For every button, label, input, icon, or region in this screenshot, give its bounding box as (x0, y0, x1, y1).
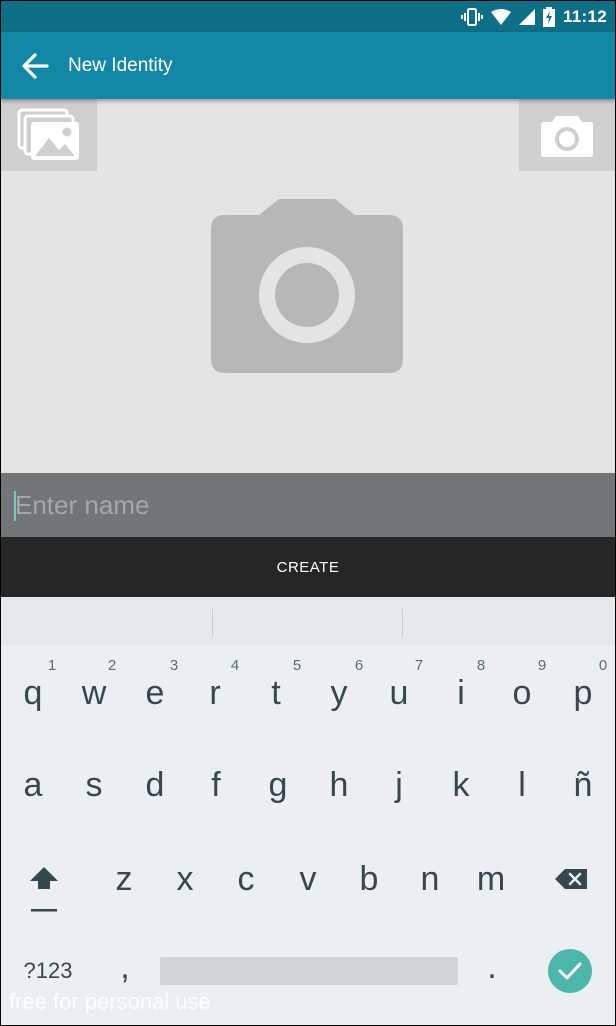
app-bar: New Identity (1, 32, 615, 99)
key-label: p (573, 674, 593, 712)
name-input[interactable] (13, 485, 603, 525)
key-hint: 9 (537, 657, 547, 674)
key-j[interactable]: j (369, 755, 429, 815)
key-label: h (329, 766, 349, 804)
key-label: x (176, 860, 194, 898)
key-hint: 6 (354, 657, 364, 674)
key-label: t (271, 674, 281, 712)
key-n-tilde[interactable]: ñ (553, 755, 613, 815)
key-a[interactable]: a (3, 755, 63, 815)
key-label: k (452, 766, 470, 804)
key-label: s (85, 766, 103, 804)
camera-button[interactable] (519, 99, 615, 171)
key-label: ?123 (23, 958, 73, 983)
key-label: i (457, 674, 465, 712)
key-l[interactable]: l (492, 755, 552, 815)
key-k[interactable]: k (431, 755, 491, 815)
watermark: free for personal use (9, 989, 211, 1014)
text-cursor (14, 491, 16, 521)
key-f[interactable]: f (186, 755, 246, 815)
key-hint: 2 (107, 657, 117, 674)
status-bar: 11:12 (1, 1, 615, 32)
key-label: z (115, 860, 133, 898)
key-m[interactable]: m (461, 849, 521, 909)
key-label: l (518, 766, 526, 804)
key-d[interactable]: d (125, 755, 185, 815)
key-label: u (389, 674, 409, 712)
gallery-icon (17, 108, 79, 160)
key-hint: 1 (47, 657, 57, 674)
check-icon (558, 962, 582, 980)
period-key[interactable]: . (462, 937, 522, 997)
backspace-key[interactable] (549, 859, 597, 899)
arrow-back-icon (22, 53, 49, 79)
photo-area[interactable] (1, 99, 615, 473)
key-label: ñ (573, 766, 593, 804)
key-label: f (211, 766, 221, 804)
comma-key[interactable]: , (95, 937, 155, 997)
key-hint: 8 (476, 657, 486, 674)
key-label: y (330, 674, 348, 712)
key-label: c (237, 860, 255, 898)
suggestion-strip (1, 597, 615, 645)
key-label: j (395, 766, 403, 804)
shift-icon (30, 867, 58, 912)
gallery-button[interactable] (1, 99, 97, 171)
vibrate-icon (460, 7, 483, 26)
key-n[interactable]: n (400, 849, 460, 909)
key-z[interactable]: z (94, 849, 154, 909)
key-hint: 4 (230, 657, 240, 674)
create-button[interactable]: CREATE (1, 537, 615, 597)
key-label: m (476, 860, 506, 898)
key-g[interactable]: g (248, 755, 308, 815)
key-v[interactable]: v (278, 849, 338, 909)
key-label: q (23, 674, 43, 712)
key-b[interactable]: b (339, 849, 399, 909)
key-label: o (512, 674, 532, 712)
key-h[interactable]: h (309, 755, 369, 815)
battery-charging-icon (542, 6, 555, 27)
enter-key[interactable] (548, 949, 592, 993)
key-c[interactable]: c (216, 849, 276, 909)
key-label: w (81, 674, 107, 712)
key-hint: 5 (292, 657, 302, 674)
suggestion-divider (402, 609, 403, 637)
camera-placeholder-icon (211, 199, 403, 373)
status-icons: 11:12 (460, 1, 607, 32)
key-label: . (487, 948, 497, 986)
backspace-icon (555, 869, 587, 889)
back-button[interactable] (15, 46, 55, 86)
key-label: d (145, 766, 165, 804)
key-x[interactable]: x (155, 849, 215, 909)
key-label: r (209, 674, 221, 712)
shift-key[interactable] (21, 859, 67, 917)
camera-icon (541, 116, 593, 157)
key-label: g (268, 766, 288, 804)
key-hint: 0 (598, 657, 608, 674)
key-hint: 3 (169, 657, 179, 674)
key-label: a (23, 766, 43, 804)
key-label: b (359, 860, 379, 898)
key-hint: 7 (414, 657, 424, 674)
key-label: n (420, 860, 440, 898)
key-label: e (145, 674, 165, 712)
suggestion-divider (212, 609, 213, 637)
page-title: New Identity (68, 55, 173, 76)
wifi-icon (490, 8, 511, 25)
status-time: 11:12 (562, 6, 607, 26)
name-field (1, 473, 615, 537)
key-label: , (120, 948, 130, 986)
key-s[interactable]: s (64, 755, 124, 815)
keyboard: q 1 w 2 e 3 r 4 t 5 y 6 u 7 i 8 o 9 p 0 … (1, 597, 615, 1025)
key-label: v (299, 860, 317, 898)
signal-icon (518, 8, 535, 25)
space-bar[interactable] (160, 957, 458, 985)
app-screen: 11:12 New Identity Enter name CREATE q 1… (1, 1, 615, 1025)
